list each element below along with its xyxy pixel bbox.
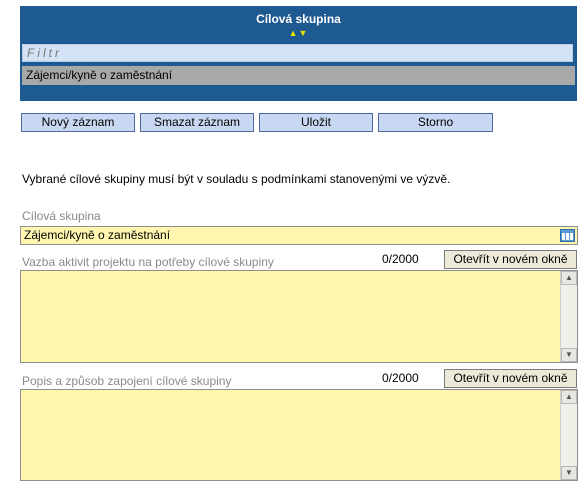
- list-picker-icon[interactable]: [560, 229, 575, 242]
- target-group-label: Cílová skupina: [22, 209, 101, 223]
- scroll-down-icon[interactable]: ▼: [561, 466, 577, 480]
- involvement-open-window-button[interactable]: Otevřít v novém okně: [444, 369, 577, 388]
- involvement-textarea[interactable]: [21, 390, 559, 480]
- target-group-grid: Cílová skupina ▲▼ Zájemci/kyně o zaměstn…: [20, 6, 580, 101]
- scroll-up-icon[interactable]: ▲: [561, 271, 577, 285]
- delete-record-button[interactable]: Smazat záznam: [140, 113, 254, 132]
- filter-field[interactable]: [22, 44, 580, 62]
- needs-link-textarea-box: ▲ ▼: [20, 270, 578, 363]
- info-text: Vybrané cílové skupiny musí být v soulad…: [22, 172, 451, 186]
- grid-title: Cílová skupina: [256, 12, 341, 26]
- needs-link-open-window-button[interactable]: Otevřít v novém okně: [444, 250, 577, 269]
- involvement-label: Popis a způsob zapojení cílové skupiny: [22, 374, 232, 388]
- cancel-button[interactable]: Storno: [378, 113, 493, 132]
- involvement-char-count: 0/2000: [382, 371, 419, 385]
- needs-link-scrollbar[interactable]: ▲ ▼: [560, 271, 577, 362]
- target-group-value: Zájemci/kyně o zaměstnání: [24, 228, 171, 242]
- involvement-scrollbar[interactable]: ▲ ▼: [560, 390, 577, 480]
- needs-link-label: Vazba aktivit projektu na potřeby cílové…: [22, 255, 274, 269]
- involvement-textarea-box: ▲ ▼: [20, 389, 578, 481]
- scroll-up-icon[interactable]: ▲: [561, 390, 577, 404]
- filter-input[interactable]: [23, 45, 580, 61]
- table-row[interactable]: Zájemci/kyně o zaměstnání: [22, 66, 575, 85]
- save-button[interactable]: Uložit: [259, 113, 373, 132]
- new-record-button[interactable]: Nový záznam: [21, 113, 135, 132]
- sort-arrows-icon[interactable]: ▲▼: [20, 28, 577, 38]
- scroll-down-icon[interactable]: ▼: [561, 348, 577, 362]
- target-group-select[interactable]: Zájemci/kyně o zaměstnání: [20, 226, 578, 245]
- needs-link-textarea[interactable]: [21, 271, 559, 362]
- needs-link-char-count: 0/2000: [382, 252, 419, 266]
